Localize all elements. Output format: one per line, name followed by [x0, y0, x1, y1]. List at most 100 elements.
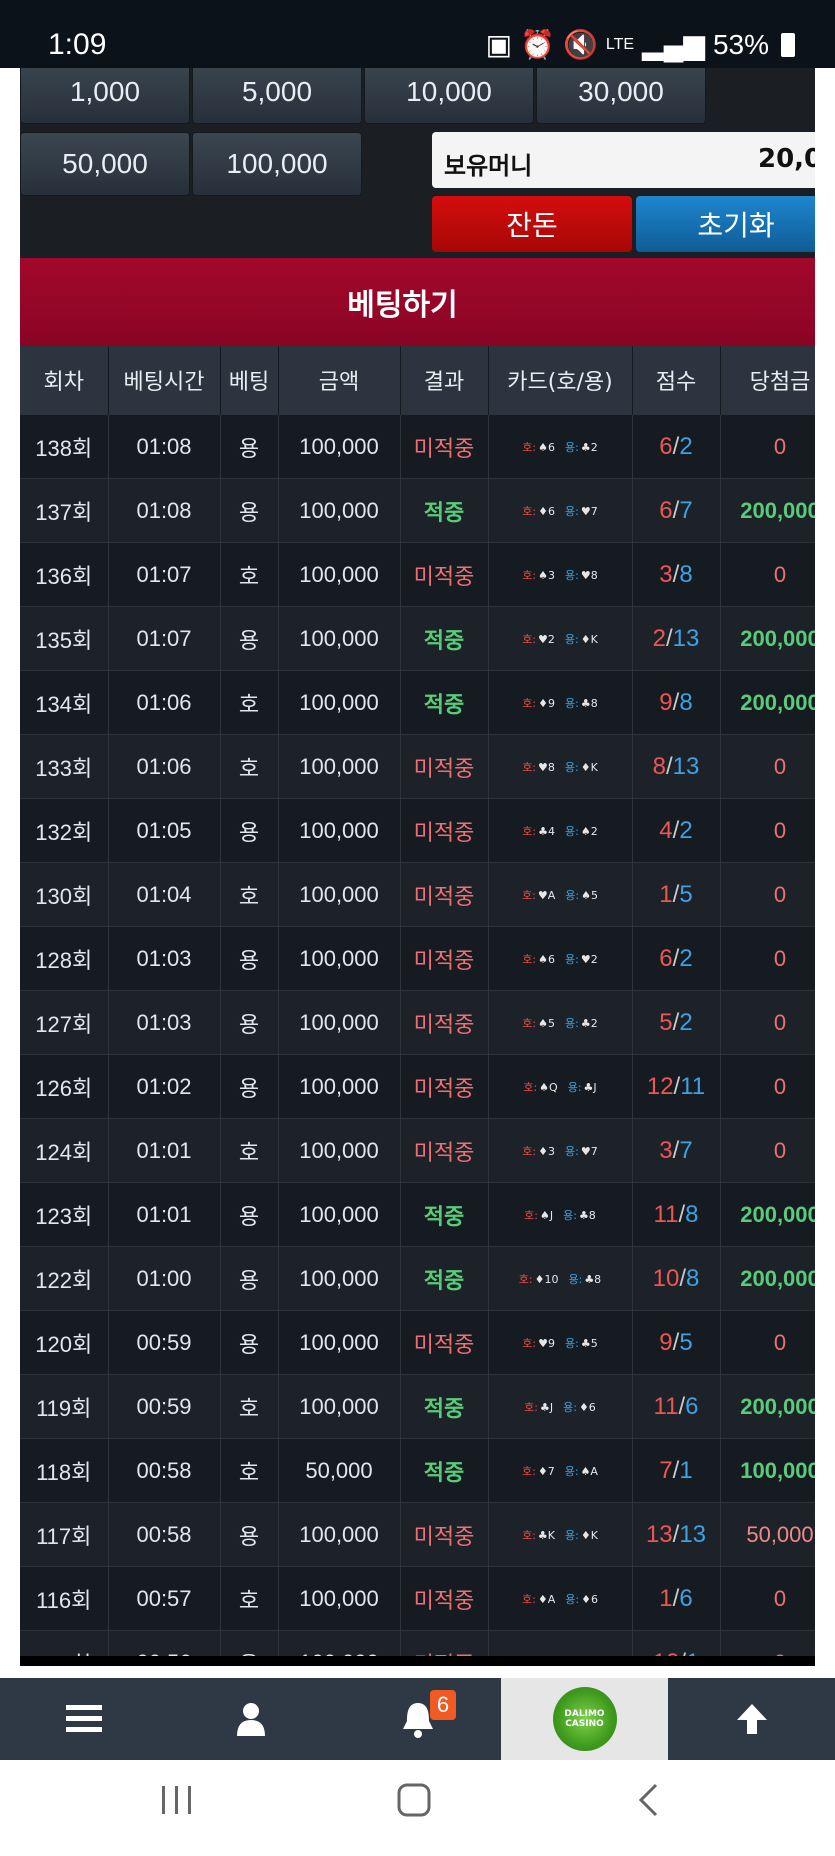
cards-cell: 호: ♥9 용: ♣5: [488, 1310, 633, 1375]
amount-cell: 100,000: [278, 1118, 401, 1183]
tiger-card: ♦10: [534, 1272, 559, 1286]
dragon-score: 2: [679, 816, 693, 844]
dragon-card: ♣2: [580, 1016, 598, 1030]
tiger-score: 9: [659, 688, 673, 716]
dragon-score: 2: [679, 1008, 693, 1036]
chip-1000[interactable]: 1,000: [20, 68, 190, 124]
tiger-label: 호:: [522, 568, 537, 582]
round-cell: 117회: [20, 1502, 109, 1567]
cards-cell: 호: ♦10 용: ♣8: [488, 1246, 633, 1311]
tiger-label: 호:: [518, 1272, 533, 1286]
result-cell: 미적중: [400, 862, 489, 927]
result-cell: 미적중: [400, 1054, 489, 1119]
time-cell: 01:06: [108, 734, 221, 799]
tiger-card: ♣K: [537, 1528, 555, 1542]
round-cell: 137회: [20, 478, 109, 543]
tiger-score: 12: [646, 1072, 674, 1100]
amount-cell: 100,000: [278, 670, 401, 735]
bet-history-table[interactable]: 회차 베팅시간 베팅 금액 결과 카드(호/용) 점수 당첨금 138회 01:0…: [20, 346, 815, 1656]
score-cell: 11/6: [632, 1374, 721, 1439]
header-cards: 카드(호/용): [488, 346, 633, 415]
dragon-card: ♠5: [581, 888, 598, 902]
table-row: 126회 01:02 용 100,000 미적중 호: ♠Q 용: ♣J 12/11 0: [20, 1054, 815, 1119]
dragon-score: 1: [679, 1456, 693, 1484]
dragon-label: 용:: [563, 1400, 577, 1414]
table-row: 123회 01:01 용 100,000 적중 호: ♠J 용: ♣8 11/8 200,000: [20, 1182, 815, 1247]
score-cell: 13/13: [632, 1502, 721, 1567]
home-icon[interactable]: [396, 1782, 432, 1818]
dragon-score: 8: [679, 560, 693, 588]
chip-30000[interactable]: 30,000: [536, 68, 706, 124]
recent-apps-icon[interactable]: [160, 1782, 194, 1818]
dragon-card: ♥2: [580, 952, 598, 966]
dragon-card: ♥8: [580, 568, 598, 582]
casino-home-button[interactable]: DALIMO CASINO: [501, 1678, 668, 1760]
amount-cell: 100,000: [278, 1310, 401, 1375]
reset-button[interactable]: 초기화: [636, 196, 815, 252]
dragon-card: ♦6: [578, 1400, 596, 1414]
mute-icon: 🔇: [563, 29, 598, 60]
bet-side-cell: 용: [220, 414, 279, 479]
tiger-card: ♦A: [537, 1592, 556, 1606]
time-cell: 00:59: [108, 1374, 221, 1439]
tiger-card: ♥9: [538, 1336, 555, 1350]
dragon-label: 용:: [565, 1528, 579, 1542]
table-row: 133회 01:06 호 100,000 미적중 호: ♥8 용: ♦K 8/13 0: [20, 734, 815, 799]
chip-5000[interactable]: 5,000: [192, 68, 362, 124]
bet-button[interactable]: 베팅하기: [20, 258, 815, 346]
dragon-label: 용:: [568, 1272, 583, 1286]
amount-cell: 100,000: [278, 414, 401, 479]
menu-icon: [65, 1705, 102, 1732]
header-result: 결과: [400, 346, 489, 415]
change-button[interactable]: 잔돈: [432, 196, 632, 252]
chip-10000[interactable]: 10,000: [364, 68, 534, 124]
time-cell: 01:02: [108, 1054, 221, 1119]
user-button[interactable]: [167, 1678, 334, 1760]
tiger-label: 호:: [524, 1400, 538, 1414]
chip-50000[interactable]: 50,000: [20, 132, 190, 196]
round-cell: 116회: [20, 1566, 109, 1631]
tiger-card: ♠5: [538, 1016, 555, 1030]
dragon-score: 13: [672, 624, 700, 652]
tiger-score: 10: [653, 1649, 680, 1657]
tiger-card: ♥2: [538, 632, 555, 646]
amount-cell: 100,000: [278, 606, 401, 671]
dragon-label: 용:: [565, 888, 580, 902]
score-cell: 6/2: [632, 926, 721, 991]
dragon-card: ♣8: [580, 696, 598, 710]
table-row: 135회 01:07 용 100,000 적중 호: ♥2 용: ♦K 2/13 200,000: [20, 606, 815, 671]
table-body: 138회 01:08 용 100,000 미적중 호: ♠6 용: ♣2 6/2 0 137회 01:0…: [20, 414, 815, 1657]
bottom-nav: 6 DALIMO CASINO: [0, 1678, 835, 1760]
bet-side-cell: 용: [220, 926, 279, 991]
chip-100000[interactable]: 100,000: [192, 132, 362, 196]
bet-side-cell: 용: [220, 1182, 279, 1247]
menu-button[interactable]: [0, 1678, 167, 1760]
score-cell: 8/13: [632, 734, 721, 799]
dragon-score: 5: [679, 880, 693, 908]
table-row: 124회 01:01 호 100,000 미적중 호: ♦3 용: ♥7 3/7 0: [20, 1118, 815, 1183]
tiger-label: 호:: [522, 1336, 537, 1350]
table-row: 132회 01:05 용 100,000 미적중 호: ♣4 용: ♠2 4/2 0: [20, 798, 815, 863]
result-cell: 미적중: [400, 1630, 489, 1656]
prize-cell: 200,000: [720, 670, 815, 735]
back-icon[interactable]: [636, 1782, 660, 1818]
tiger-card: ♥8: [538, 760, 555, 774]
dragon-label: 용:: [564, 632, 579, 646]
dragon-card: ♦K: [580, 760, 598, 774]
table-bottom-border: [20, 1656, 815, 1666]
prize-cell: 0: [720, 862, 815, 927]
time-cell: 01:01: [108, 1118, 221, 1183]
dragon-card: ♣8: [584, 1272, 602, 1286]
time-cell: 01:01: [108, 1182, 221, 1247]
dragon-label: 용:: [567, 1080, 582, 1094]
amount-cell: 100,000: [278, 734, 401, 799]
notifications-button[interactable]: 6: [334, 1678, 501, 1760]
score-separator: /: [679, 1264, 686, 1292]
scroll-top-button[interactable]: [668, 1678, 835, 1760]
dragon-score: 13: [672, 752, 700, 780]
dragon-label: 용:: [565, 1592, 580, 1606]
time-cell: 01:03: [108, 990, 221, 1055]
cards-cell: 호: ♦6 용: ♥7: [488, 478, 633, 543]
result-cell: 미적중: [400, 798, 489, 863]
round-cell: 130회: [20, 862, 109, 927]
